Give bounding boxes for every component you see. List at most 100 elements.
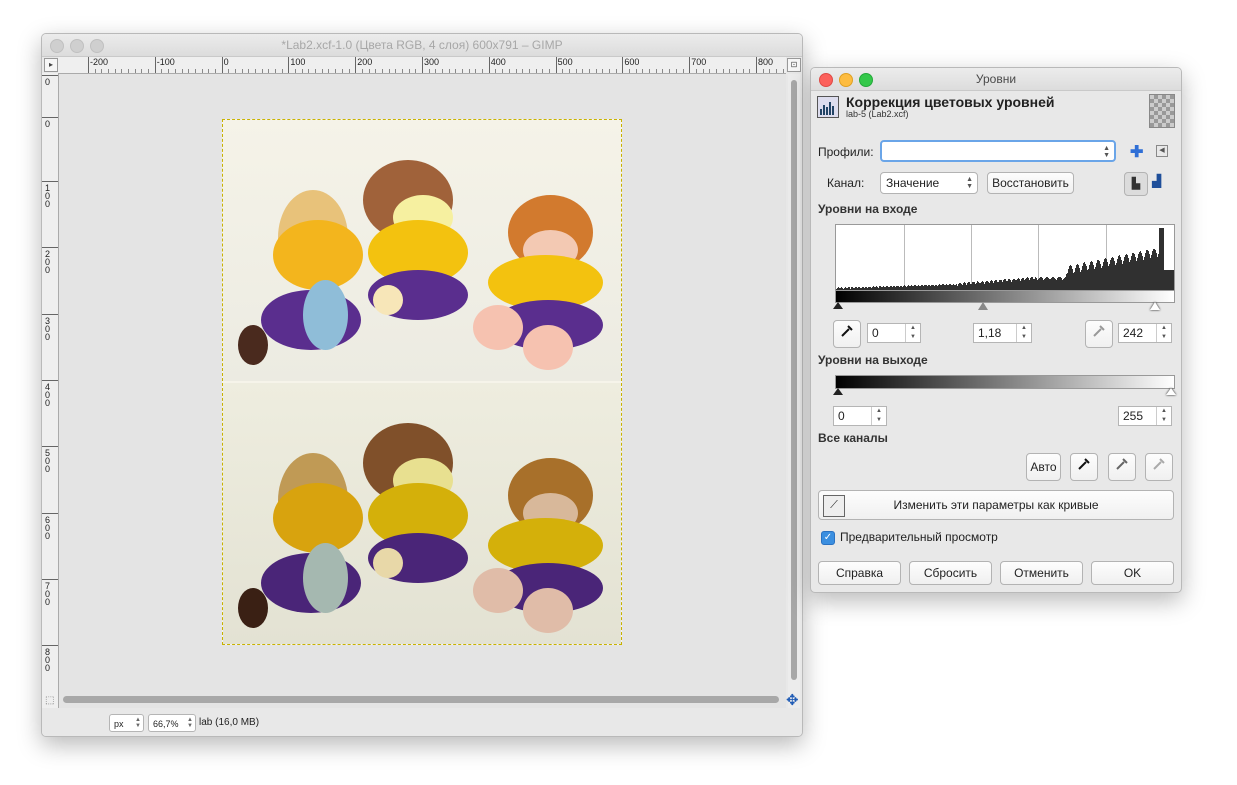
photo-bottom: [223, 383, 621, 644]
input-white-field[interactable]: 242 ▲ ▼: [1118, 323, 1172, 343]
presets-combo[interactable]: ▲ ▼: [880, 140, 1116, 162]
ruler-minor-tick: [134, 69, 136, 73]
vertical-ruler[interactable]: 0 0 100 200 300 400 500 600 700 800: [42, 73, 59, 725]
cancel-button[interactable]: Отменить: [1000, 561, 1083, 585]
ruler-minor-tick: [769, 69, 771, 73]
ruler-major-tick: [42, 75, 58, 76]
ruler-top-label: 700: [691, 57, 707, 67]
ruler-minor-tick: [582, 69, 584, 73]
ruler-minor-tick: [762, 69, 764, 73]
quick-mask-icon[interactable]: ⬚: [45, 695, 54, 706]
input-gamma-slider[interactable]: [978, 302, 988, 310]
input-gamma-field[interactable]: 1,18 ▲ ▼: [973, 323, 1032, 343]
input-white-slider[interactable]: [1150, 302, 1160, 310]
ruler-minor-tick: [475, 69, 477, 73]
ruler-minor-tick: [776, 69, 778, 73]
auto-button[interactable]: Авто: [1026, 453, 1061, 481]
unit-select[interactable]: px ▲ ▼: [109, 714, 144, 732]
horizontal-ruler[interactable]: -200 -100 0 100 200 300 400 500 600 700 800: [58, 57, 786, 74]
reset-channel-button[interactable]: Восстановить: [987, 172, 1074, 194]
ruler-minor-tick: [642, 69, 644, 73]
eyedropper-black-icon[interactable]: [833, 320, 861, 348]
linear-histogram-icon[interactable]: ▙: [1124, 172, 1148, 196]
eyedropper-black-icon[interactable]: [1070, 453, 1098, 481]
ruler-minor-tick: [395, 69, 397, 73]
ruler-minor-tick: [201, 69, 203, 73]
preview-label: Предварительный просмотр: [840, 530, 998, 544]
output-black-field[interactable]: 0 ▲ ▼: [833, 406, 887, 426]
ruler-minor-tick: [508, 69, 510, 73]
ruler-minor-tick: [268, 69, 270, 73]
image-content[interactable]: [222, 119, 622, 645]
eyedropper-white-icon[interactable]: [1145, 453, 1173, 481]
preset-menu-icon[interactable]: ◀: [1156, 145, 1168, 157]
histogram[interactable]: [835, 224, 1175, 291]
gimp-titlebar[interactable]: *Lab2.xcf-1.0 (Цвета RGB, 4 слоя) 600x79…: [42, 34, 802, 57]
ruler-minor-tick: [635, 69, 637, 73]
menu-arrow-icon[interactable]: ▸: [44, 58, 58, 72]
channel-combo[interactable]: Значение ▲ ▼: [880, 172, 978, 194]
ruler-minor-tick: [194, 69, 196, 73]
window-close-icon[interactable]: [50, 39, 64, 53]
window-close-icon[interactable]: [819, 73, 833, 87]
eyedropper-white-icon[interactable]: [1085, 320, 1113, 348]
ruler-minor-tick: [682, 69, 684, 73]
status-bar: px ▲ ▼ 66,7% ▲ ▼ lab (16,0 MB): [42, 708, 802, 736]
ruler-minor-tick: [435, 69, 437, 73]
ruler-minor-tick: [128, 69, 130, 73]
window-zoom-icon[interactable]: [90, 39, 104, 53]
ruler-minor-tick: [321, 69, 323, 73]
navigate-icon[interactable]: ✥: [786, 691, 799, 709]
output-levels-title: Уровни на выходе: [818, 353, 928, 367]
reset-button[interactable]: Сбросить: [909, 561, 992, 585]
ruler-major-tick: [42, 314, 58, 315]
ruler-left-label: 600: [45, 515, 51, 541]
ruler-minor-tick: [782, 69, 784, 73]
input-black-slider[interactable]: [833, 302, 843, 309]
input-levels-title: Уровни на входе: [818, 202, 918, 216]
add-preset-icon[interactable]: ✚: [1130, 142, 1143, 162]
horizontal-scrollbar[interactable]: [59, 694, 786, 704]
ruler-major-tick: [488, 57, 490, 73]
ruler-minor-tick: [275, 69, 277, 73]
ruler-minor-tick: [141, 69, 143, 73]
ruler-minor-tick: [341, 69, 343, 73]
ruler-major-tick: [88, 57, 89, 73]
output-gradient[interactable]: [835, 375, 1175, 389]
ruler-minor-tick: [214, 69, 216, 73]
ruler-top-label: 100: [290, 57, 306, 67]
window-minimize-icon[interactable]: [839, 73, 853, 87]
eyedropper-gray-icon[interactable]: [1108, 453, 1136, 481]
image-canvas[interactable]: [59, 74, 786, 726]
ruler-major-tick: [355, 57, 357, 73]
ruler-top-label: -200: [90, 57, 109, 67]
zoom-fit-icon[interactable]: ⊡: [787, 58, 801, 72]
ruler-minor-tick: [408, 69, 410, 73]
ruler-left-label: 0: [45, 77, 51, 87]
ruler-minor-tick: [181, 69, 183, 73]
input-gradient[interactable]: [835, 290, 1175, 303]
ruler-left-label: 500: [45, 448, 51, 474]
window-zoom-icon[interactable]: [859, 73, 873, 87]
edit-as-curves-button[interactable]: ⟋ Изменить эти параметры как кривые: [818, 490, 1174, 520]
zoom-select[interactable]: 66,7% ▲ ▼: [148, 714, 196, 732]
ok-button[interactable]: OK: [1091, 561, 1174, 585]
ruler-minor-tick: [241, 69, 243, 73]
window-minimize-icon[interactable]: [70, 39, 84, 53]
output-white-slider[interactable]: [1166, 388, 1176, 395]
log-histogram-icon[interactable]: ▟: [1152, 174, 1161, 188]
help-button[interactable]: Справка: [818, 561, 901, 585]
vertical-scrollbar[interactable]: [788, 74, 800, 726]
ruler-minor-tick: [528, 69, 530, 73]
ruler-major-tick: [689, 57, 691, 73]
output-black-slider[interactable]: [833, 388, 843, 395]
output-white-field[interactable]: 255 ▲ ▼: [1118, 406, 1172, 426]
ruler-minor-tick: [595, 69, 597, 73]
levels-titlebar[interactable]: Уровни: [811, 68, 1181, 91]
ruler-minor-tick: [649, 69, 651, 73]
ruler-left-label: 300: [45, 316, 51, 342]
ruler-minor-tick: [709, 69, 711, 73]
dialog-heading: Коррекция цветовых уровней: [846, 94, 1055, 110]
input-black-field[interactable]: 0 ▲ ▼: [867, 323, 921, 343]
preview-checkbox[interactable]: ✓: [821, 531, 835, 545]
